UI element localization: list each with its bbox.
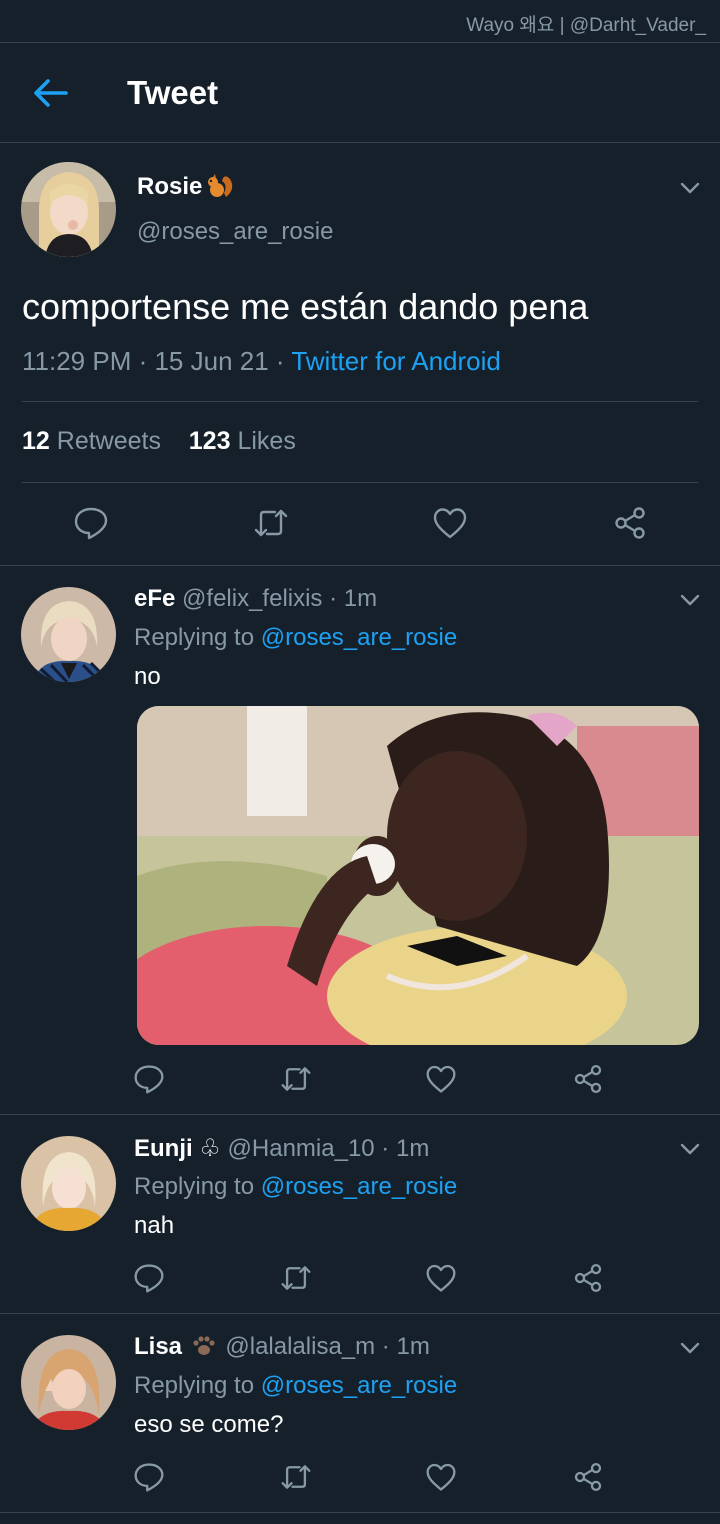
like-icon[interactable] bbox=[425, 1063, 457, 1095]
replying-to: Replying to @roses_are_rosie bbox=[134, 1173, 457, 1201]
reply-author-handle[interactable]: @lalalalisa_m bbox=[225, 1333, 375, 1360]
avatar-efe[interactable] bbox=[21, 587, 116, 682]
tweet-date: 15 Jun 21 bbox=[154, 346, 269, 376]
chevron-down-icon[interactable] bbox=[679, 181, 701, 195]
reply-time: 1m bbox=[396, 1333, 430, 1360]
reply-time: 1m bbox=[395, 1135, 430, 1162]
reply-text: eso se come? bbox=[134, 1411, 284, 1438]
retweet-icon[interactable] bbox=[280, 1262, 312, 1294]
chevron-down-icon[interactable] bbox=[679, 1341, 701, 1355]
reply-icon[interactable] bbox=[133, 1262, 165, 1294]
reply-author-handle[interactable]: @felix_felixis bbox=[182, 585, 322, 612]
retweets-stat[interactable]: 12 Retweets bbox=[22, 427, 161, 455]
author-name-text: Rosie bbox=[137, 173, 203, 200]
divider bbox=[0, 1114, 720, 1115]
reply-actions bbox=[0, 1461, 720, 1505]
reply-icon[interactable] bbox=[133, 1461, 165, 1493]
like-icon[interactable] bbox=[432, 505, 468, 541]
reply-header: Eunji ♧ @Hanmia_10 · 1m bbox=[134, 1135, 430, 1162]
divider bbox=[0, 1512, 720, 1513]
avatar-lisa[interactable] bbox=[21, 1335, 116, 1430]
reply-author-name[interactable]: eFe bbox=[134, 585, 175, 612]
reply-header: Lisa @lalalalisa_m · 1m bbox=[134, 1333, 430, 1360]
mention-link[interactable]: @roses_are_rosie bbox=[261, 624, 457, 651]
tweet-text: comportense me están dando pena bbox=[22, 286, 589, 327]
tweet-source-link[interactable]: Twitter for Android bbox=[291, 346, 501, 376]
tweet-time: 11:29 PM bbox=[22, 346, 132, 376]
retweets-count: 12 bbox=[22, 427, 50, 455]
avatar-eunji[interactable] bbox=[21, 1136, 116, 1231]
mention-link[interactable]: @roses_are_rosie bbox=[261, 1173, 457, 1200]
reply-actions bbox=[0, 1063, 720, 1107]
retweets-label: Retweets bbox=[56, 427, 161, 455]
likes-count: 123 bbox=[188, 427, 231, 455]
divider bbox=[0, 565, 720, 566]
like-icon[interactable] bbox=[425, 1461, 457, 1493]
retweet-icon[interactable] bbox=[280, 1461, 312, 1493]
reply-text: nah bbox=[134, 1212, 175, 1239]
reply-icon[interactable] bbox=[133, 1063, 165, 1095]
author-handle[interactable]: @roses_are_rosie bbox=[137, 218, 333, 246]
retweet-icon[interactable] bbox=[280, 1063, 312, 1095]
tweet-stats: 12 Retweets 123 Likes bbox=[22, 427, 296, 456]
reply-media-image[interactable] bbox=[137, 706, 699, 1045]
likes-stat[interactable]: 123 Likes bbox=[189, 427, 296, 455]
paw-emoji-icon bbox=[193, 1336, 215, 1355]
share-icon[interactable] bbox=[612, 505, 648, 541]
squirrel-emoji-icon bbox=[208, 174, 233, 197]
tweet-actions bbox=[0, 505, 720, 549]
reply-actions bbox=[0, 1262, 720, 1306]
like-icon[interactable] bbox=[425, 1262, 457, 1294]
likes-label: Likes bbox=[237, 427, 296, 455]
replying-to: Replying to @roses_are_rosie bbox=[134, 624, 457, 652]
replying-label: Replying to bbox=[134, 1372, 255, 1399]
divider bbox=[0, 142, 720, 143]
chevron-down-icon[interactable] bbox=[679, 1142, 701, 1156]
back-arrow-icon[interactable] bbox=[30, 76, 70, 110]
replying-to: Replying to @roses_are_rosie bbox=[134, 1372, 457, 1400]
divider bbox=[0, 1313, 720, 1314]
divider bbox=[22, 482, 698, 483]
divider bbox=[22, 401, 698, 402]
reply-author-name[interactable]: Eunji ♧ bbox=[134, 1135, 221, 1162]
reply-author-name[interactable]: Lisa bbox=[134, 1333, 182, 1360]
author-name[interactable]: Rosie bbox=[137, 173, 236, 201]
avatar-rosie[interactable] bbox=[21, 162, 116, 257]
chevron-down-icon[interactable] bbox=[679, 593, 701, 607]
share-icon[interactable] bbox=[572, 1461, 604, 1493]
reply-icon[interactable] bbox=[73, 505, 109, 541]
retweet-icon[interactable] bbox=[253, 505, 289, 541]
share-icon[interactable] bbox=[572, 1262, 604, 1294]
reply-text: no bbox=[134, 663, 161, 690]
tweet-meta: 11:29 PM · 15 Jun 21 · Twitter for Andro… bbox=[22, 346, 501, 376]
watermark: Wayo 왜요 | @Darht_Vader_ bbox=[466, 15, 706, 36]
reply-author-handle[interactable]: @Hanmia_10 bbox=[228, 1135, 375, 1162]
reply-header: eFe @felix_felixis · 1m bbox=[134, 585, 378, 612]
replying-label: Replying to bbox=[134, 1173, 255, 1200]
page-title: Tweet bbox=[127, 74, 219, 111]
share-icon[interactable] bbox=[572, 1063, 604, 1095]
reply-time: 1m bbox=[343, 585, 378, 612]
replying-label: Replying to bbox=[134, 624, 255, 651]
mention-link[interactable]: @roses_are_rosie bbox=[261, 1372, 457, 1399]
app-bar: Tweet bbox=[0, 43, 720, 142]
